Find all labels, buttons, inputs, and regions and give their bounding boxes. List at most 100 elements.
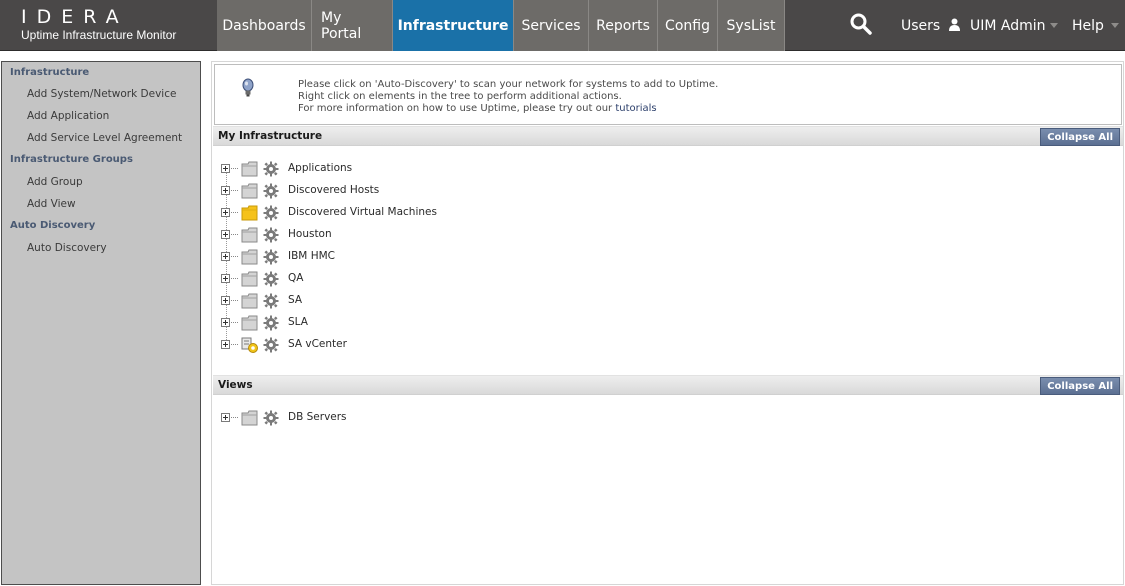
nav-dashboards[interactable]: Dashboards bbox=[217, 0, 312, 51]
app-title: Uptime Infrastructure Monitor bbox=[21, 28, 177, 42]
gear-icon[interactable] bbox=[263, 161, 279, 177]
views-header: Views Collapse All bbox=[213, 375, 1123, 395]
tree-connector bbox=[231, 234, 238, 235]
expand-icon[interactable] bbox=[221, 340, 230, 349]
folder-icon bbox=[241, 293, 258, 309]
tree-label[interactable]: QA bbox=[288, 272, 303, 284]
folder-icon bbox=[241, 183, 258, 199]
sidebar-heading-auto-discovery: Auto Discovery bbox=[10, 220, 96, 231]
expand-icon[interactable] bbox=[221, 296, 230, 305]
logo[interactable]: IDERA Uptime Infrastructure Monitor bbox=[0, 0, 210, 51]
nav-syslist[interactable]: SysList bbox=[718, 0, 785, 51]
gear-icon[interactable] bbox=[263, 271, 279, 287]
sidebar: Infrastructure Add System/Network Device… bbox=[1, 61, 201, 585]
tree-connector bbox=[231, 300, 238, 301]
main-nav: Dashboards My Portal Infrastructure Serv… bbox=[217, 0, 785, 51]
sidebar-item-add-group[interactable]: Add Group bbox=[27, 176, 83, 188]
sidebar-item-auto-discovery[interactable]: Auto Discovery bbox=[27, 242, 107, 254]
tree-row-discovered-hosts[interactable]: Discovered Hosts bbox=[221, 182, 721, 202]
tree-row-db-servers[interactable]: DB Servers bbox=[221, 409, 721, 429]
my-infrastructure-header: My Infrastructure Collapse All bbox=[213, 126, 1123, 146]
sidebar-item-add-system[interactable]: Add System/Network Device bbox=[27, 88, 176, 100]
tree-row-qa[interactable]: QA bbox=[221, 270, 721, 290]
tree-label[interactable]: SA bbox=[288, 294, 302, 306]
folder-icon bbox=[241, 410, 258, 426]
tree-label[interactable]: SA vCenter bbox=[288, 338, 347, 350]
info-text-line-1: Please click on 'Auto-Discovery' to scan… bbox=[298, 79, 719, 90]
tree-connector bbox=[231, 190, 238, 191]
my-infrastructure-title: My Infrastructure bbox=[218, 130, 323, 142]
gear-icon[interactable] bbox=[263, 315, 279, 331]
search-icon[interactable] bbox=[850, 13, 872, 35]
tree-label[interactable]: Discovered Hosts bbox=[288, 184, 379, 196]
tree-connector bbox=[231, 212, 238, 213]
collapse-all-button-infrastructure[interactable]: Collapse All bbox=[1040, 128, 1120, 146]
views-title: Views bbox=[218, 379, 253, 391]
nav-config[interactable]: Config bbox=[658, 0, 718, 51]
help-menu[interactable]: Help bbox=[1072, 0, 1104, 51]
collapse-all-button-views[interactable]: Collapse All bbox=[1040, 377, 1120, 395]
tree-row-applications[interactable]: Applications bbox=[221, 160, 721, 180]
tree-connector bbox=[231, 344, 238, 345]
user-menu[interactable]: UIM Admin bbox=[970, 0, 1046, 51]
tree-connector bbox=[231, 322, 238, 323]
tree-label[interactable]: Discovered Virtual Machines bbox=[288, 206, 437, 218]
expand-icon[interactable] bbox=[221, 274, 230, 283]
tutorials-link[interactable]: tutorials bbox=[615, 103, 656, 114]
info-box: Please click on 'Auto-Discovery' to scan… bbox=[214, 64, 1122, 125]
nav-infrastructure[interactable]: Infrastructure bbox=[393, 0, 514, 51]
info-text-line-2: Right click on elements in the tree to p… bbox=[298, 91, 622, 102]
expand-icon[interactable] bbox=[221, 208, 230, 217]
tree-row-discovered-virtual-machines[interactable]: Discovered Virtual Machines bbox=[221, 204, 721, 224]
sidebar-heading-infrastructure: Infrastructure bbox=[10, 67, 90, 78]
gear-icon[interactable] bbox=[263, 337, 279, 353]
expand-icon[interactable] bbox=[221, 186, 230, 195]
users-link[interactable]: Users bbox=[901, 0, 940, 51]
gear-icon[interactable] bbox=[263, 227, 279, 243]
nav-reports[interactable]: Reports bbox=[589, 0, 658, 51]
expand-icon[interactable] bbox=[221, 318, 230, 327]
top-navigation-bar: IDERA Uptime Infrastructure Monitor Dash… bbox=[0, 0, 1125, 51]
sidebar-item-add-sla[interactable]: Add Service Level Agreement bbox=[27, 132, 182, 144]
gear-icon[interactable] bbox=[263, 410, 279, 426]
expand-icon[interactable] bbox=[221, 252, 230, 261]
expand-icon[interactable] bbox=[221, 230, 230, 239]
tree-row-houston[interactable]: Houston bbox=[221, 226, 721, 246]
expand-icon[interactable] bbox=[221, 413, 230, 422]
tree-label[interactable]: Applications bbox=[288, 162, 352, 174]
folder-icon bbox=[241, 315, 258, 331]
main-panel: Please click on 'Auto-Discovery' to scan… bbox=[211, 61, 1124, 585]
info-text-line-3: For more information on how to use Uptim… bbox=[298, 103, 657, 114]
gear-icon[interactable] bbox=[263, 249, 279, 265]
nav-services[interactable]: Services bbox=[514, 0, 589, 51]
lightbulb-icon bbox=[242, 78, 254, 97]
tree-connector bbox=[231, 256, 238, 257]
folder-icon bbox=[241, 271, 258, 287]
tree-row-sa[interactable]: SA bbox=[221, 292, 721, 312]
tree-label[interactable]: SLA bbox=[288, 316, 308, 328]
folder-icon bbox=[241, 227, 258, 243]
info-text-line-3-prefix: For more information on how to use Uptim… bbox=[298, 103, 616, 114]
sidebar-heading-infrastructure-groups: Infrastructure Groups bbox=[10, 154, 133, 165]
tree-row-sa-vcenter[interactable]: SA vCenter bbox=[221, 336, 721, 356]
nav-my-portal[interactable]: My Portal bbox=[312, 0, 393, 51]
tree-connector bbox=[231, 168, 238, 169]
gear-icon[interactable] bbox=[263, 205, 279, 221]
tree-label[interactable]: DB Servers bbox=[288, 411, 347, 423]
expand-icon[interactable] bbox=[221, 164, 230, 173]
gear-icon[interactable] bbox=[263, 293, 279, 309]
sidebar-item-add-view[interactable]: Add View bbox=[27, 198, 76, 210]
folder-icon bbox=[241, 249, 258, 265]
tree-row-ibm-hmc[interactable]: IBM HMC bbox=[221, 248, 721, 268]
tree-label[interactable]: Houston bbox=[288, 228, 332, 240]
logo-wordmark: IDERA bbox=[21, 6, 129, 28]
help-menu-chevron-down-icon[interactable] bbox=[1111, 23, 1119, 28]
user-menu-chevron-down-icon[interactable] bbox=[1050, 23, 1058, 28]
gear-icon[interactable] bbox=[263, 183, 279, 199]
user-icon bbox=[949, 18, 960, 31]
tree-row-sla[interactable]: SLA bbox=[221, 314, 721, 334]
sidebar-item-add-application[interactable]: Add Application bbox=[27, 110, 109, 122]
folder-icon bbox=[241, 161, 258, 177]
tree-connector bbox=[231, 417, 238, 418]
tree-label[interactable]: IBM HMC bbox=[288, 250, 335, 262]
